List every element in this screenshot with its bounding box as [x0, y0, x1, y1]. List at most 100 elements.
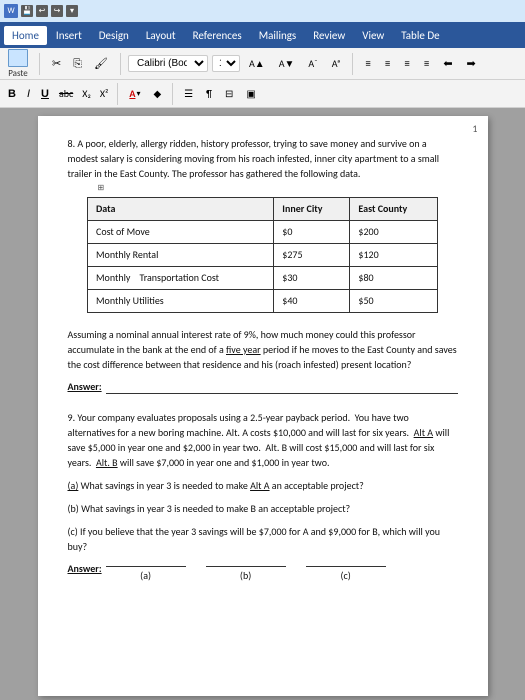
font-size-selector[interactable]: 11: [212, 55, 240, 72]
strikethrough-button[interactable]: abc: [56, 86, 76, 101]
toolbar-divider: [39, 53, 40, 75]
q9-number: 9.: [68, 411, 76, 424]
line-spacing-button[interactable]: ☰: [179, 84, 198, 103]
bold-button[interactable]: B: [4, 86, 20, 102]
q9-answer-line: Answer: (a) (b) (c): [68, 562, 458, 583]
menu-review[interactable]: Review: [305, 26, 353, 45]
row1-inner: $0: [274, 221, 350, 244]
title-bar-icons: W 💾 ↩ ↪ ▾: [4, 4, 78, 18]
menu-design[interactable]: Design: [91, 26, 137, 45]
q9-answer-a: (a): [106, 566, 186, 583]
q9-answer-b-line: [206, 566, 286, 567]
paste-label[interactable]: Paste: [8, 68, 28, 79]
q8-number: 8.: [68, 137, 76, 150]
q8-answer-field: [106, 380, 458, 394]
col-header-inner-city: Inner City: [274, 198, 350, 221]
table-row: Monthly Transportation Cost $30 $80: [88, 267, 438, 290]
menu-home[interactable]: Home: [4, 26, 47, 45]
page-number: 1: [472, 122, 477, 136]
q9-sub-answers: (a) (b) (c): [106, 566, 386, 583]
spacer: [68, 400, 458, 410]
q9-a-sublabel: (a): [140, 569, 151, 583]
font-color-dropdown[interactable]: ▾: [136, 89, 140, 99]
q9-answer-c: (c): [306, 566, 386, 583]
q9-c-sublabel: (c): [340, 569, 350, 583]
font-size-increase-button[interactable]: A▲: [244, 54, 270, 73]
font-size-decrease-button[interactable]: A▼: [274, 54, 300, 73]
paste-icon: [8, 49, 28, 67]
redo-icon[interactable]: ↪: [51, 5, 63, 17]
borders-button[interactable]: ⊟: [220, 84, 238, 103]
clear-format-button[interactable]: A⁻: [303, 54, 322, 73]
question-9-text: 9. Your company evaluates proposals usin…: [68, 410, 458, 470]
row4-inner: $40: [274, 290, 350, 313]
menu-mailings[interactable]: Mailings: [251, 26, 305, 45]
five-year-span: five year: [226, 343, 261, 356]
table-row: Monthly Rental $275 $120: [88, 244, 438, 267]
q8-answer-label: Answer:: [68, 380, 102, 394]
undo-icon[interactable]: ↩: [36, 5, 48, 17]
font-color-button[interactable]: A ▾: [124, 84, 145, 103]
alt-a-ref: Alt A: [250, 479, 269, 492]
menu-layout[interactable]: Layout: [138, 26, 184, 45]
customize-icon[interactable]: ▾: [66, 5, 78, 17]
q8-body: A poor, elderly, allergy ridden, history…: [68, 137, 440, 180]
menu-insert[interactable]: Insert: [48, 26, 90, 45]
data-table: Data Inner City East County Cost of Move…: [87, 197, 438, 313]
underline-button[interactable]: U: [37, 86, 53, 102]
format-divider: [117, 83, 118, 105]
menu-table-de[interactable]: Table De: [393, 26, 447, 45]
paste-group: Paste: [4, 47, 32, 81]
paragraph-mark-button[interactable]: ¶: [201, 84, 217, 103]
row2-inner: $275: [274, 244, 350, 267]
row1-label: Cost of Move: [88, 221, 274, 244]
row3-label: Monthly Transportation Cost: [88, 267, 274, 290]
menu-references[interactable]: References: [185, 26, 250, 45]
q9-answer-b: (b): [206, 566, 286, 583]
q9-b-sublabel: (b): [240, 569, 251, 583]
copy-button[interactable]: ⎘: [68, 54, 87, 74]
align-right-button[interactable]: ≡: [399, 54, 414, 73]
superscript-button[interactable]: X²: [97, 86, 112, 101]
document-area: 1 8. A poor, elderly, allergy ridden, hi…: [0, 108, 525, 700]
q9-b-text: (b) What savings in year 3 is needed to …: [68, 501, 458, 516]
font-color-a: A: [129, 87, 135, 100]
data-table-wrapper: ⊞ Data Inner City East County Cost of Mo…: [68, 189, 458, 321]
q9-answer-c-line: [306, 566, 386, 567]
format-painter-button[interactable]: 🖌: [89, 54, 113, 73]
row2-east: $120: [350, 244, 438, 267]
format-divider2: [172, 83, 173, 105]
toolbar: Paste ✂ ⎘ 🖌 Calibri (Body) 11 A▲ A▼ A⁻ A…: [0, 48, 525, 80]
menu-bar: Home Insert Design Layout References Mai…: [0, 22, 525, 48]
q9-a-label: (a): [68, 479, 79, 492]
align-left-button[interactable]: ≡: [360, 54, 375, 73]
q9-a-text: (a) What savings in year 3 is needed to …: [68, 478, 458, 493]
format-bar: B I U abc X₂ X² A ▾ ◆ ☰ ¶ ⊟ ▣: [0, 80, 525, 108]
row3-east: $80: [350, 267, 438, 290]
row4-east: $50: [350, 290, 438, 313]
table-row: Monthly Utilities $40 $50: [88, 290, 438, 313]
title-bar: W 💾 ↩ ↪ ▾: [0, 0, 525, 22]
toolbar-divider2: [120, 53, 121, 75]
document-page: 1 8. A poor, elderly, allergy ridden, hi…: [38, 116, 488, 696]
align-center-button[interactable]: ≡: [380, 54, 395, 73]
save-icon[interactable]: 💾: [21, 5, 33, 17]
shading-button[interactable]: ▣: [241, 84, 260, 103]
col-header-east-county: East County: [350, 198, 438, 221]
italic-button[interactable]: I: [23, 86, 34, 102]
subscript-button[interactable]: X₂: [79, 86, 94, 101]
menu-view[interactable]: View: [354, 26, 392, 45]
row2-label: Monthly Rental: [88, 244, 274, 267]
font-name-selector[interactable]: Calibri (Body): [128, 55, 208, 72]
clipboard-group: ✂ ⎘ 🖌: [47, 54, 113, 74]
indent-decrease-button[interactable]: ⬅: [438, 54, 457, 73]
indent-increase-button[interactable]: ➡: [462, 54, 481, 73]
q9-answer-a-line: [106, 566, 186, 567]
justify-button[interactable]: ≡: [419, 54, 434, 73]
doc-icon: W: [4, 4, 18, 18]
change-case-button[interactable]: Aᵃ: [327, 54, 346, 73]
highlight-button[interactable]: ◆: [148, 84, 166, 103]
row3-inner: $30: [274, 267, 350, 290]
q9-c-text: (c) If you believe that the year 3 savin…: [68, 524, 458, 554]
cut-button[interactable]: ✂: [47, 54, 66, 73]
